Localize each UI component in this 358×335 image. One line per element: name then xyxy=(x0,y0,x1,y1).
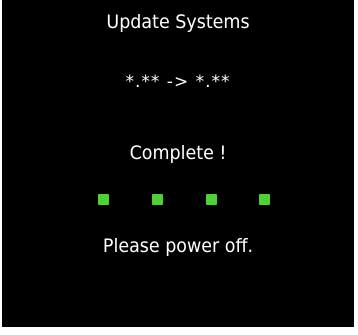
progress-step-4-indicator xyxy=(259,194,270,205)
update-screen: Update Systems *.** -> *.** Complete ! P… xyxy=(2,0,354,327)
progress-indicator xyxy=(2,194,354,208)
progress-step-2-indicator xyxy=(152,194,163,205)
progress-step-1-indicator xyxy=(98,194,109,205)
update-status-text: Complete ! xyxy=(129,142,227,164)
power-off-message: Please power off. xyxy=(102,235,254,257)
version-change-text: *.** -> *.** xyxy=(125,72,231,92)
page-title: Update Systems xyxy=(106,11,250,33)
progress-step-3-indicator xyxy=(206,194,217,205)
